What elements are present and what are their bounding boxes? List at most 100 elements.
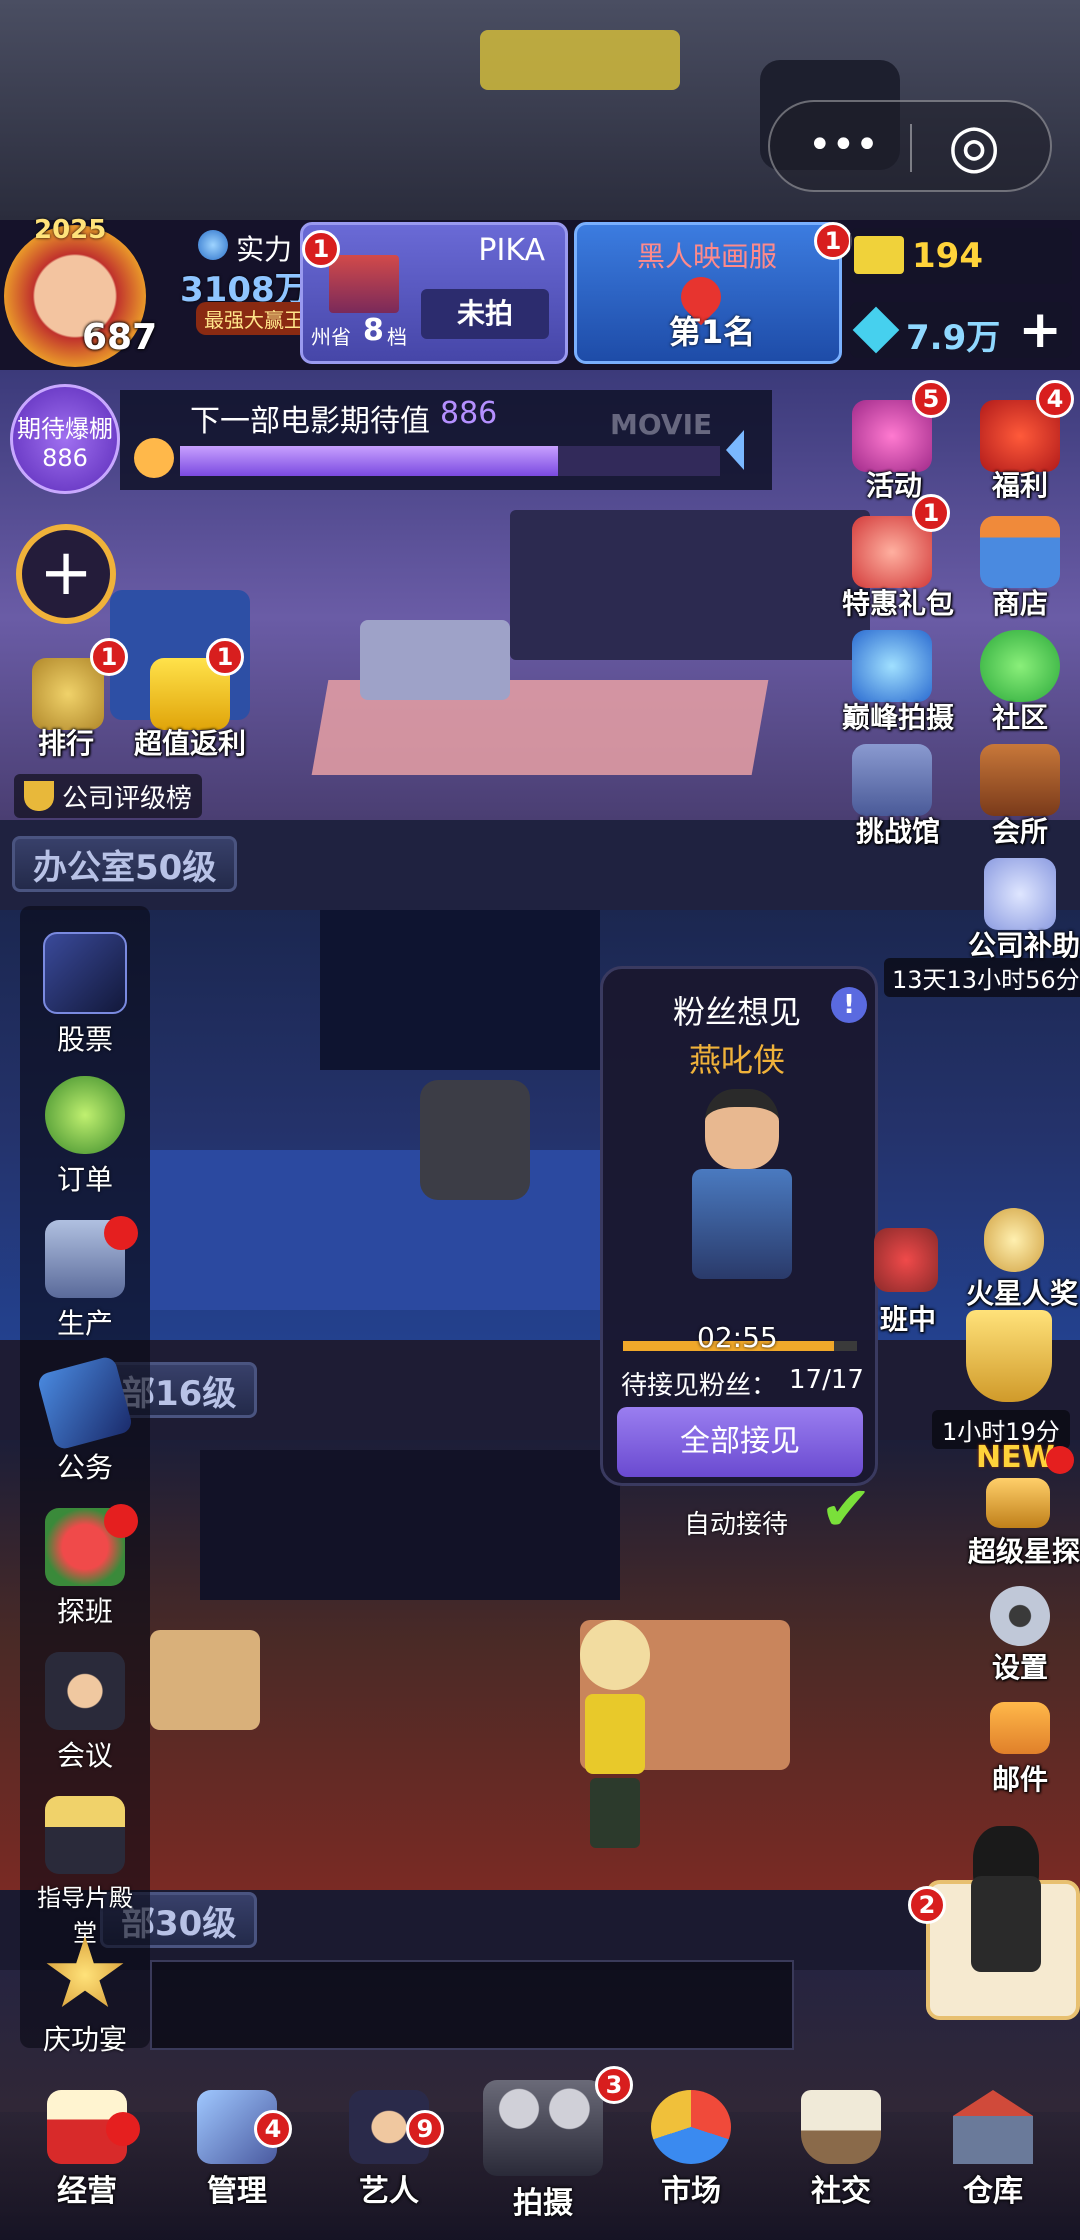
info-icon[interactable]: ! xyxy=(831,987,867,1023)
diamond-bar[interactable]: 7.9万 + xyxy=(850,300,1072,360)
phone-icon xyxy=(36,1354,134,1452)
add-button[interactable]: + xyxy=(16,524,116,624)
tier-value: 8 xyxy=(363,313,384,348)
community-label[interactable]: 社区 xyxy=(992,696,1048,736)
assistant-character[interactable] xyxy=(966,1826,1046,2006)
assistant-badge: 2 xyxy=(908,1886,946,1924)
shop-label[interactable]: 商店 xyxy=(992,582,1048,622)
tier-suffix: 档 xyxy=(387,325,407,349)
scout-icon[interactable] xyxy=(986,1478,1050,1528)
meet-all-button[interactable]: 全部接见 xyxy=(617,1407,863,1477)
star-icon xyxy=(46,1936,124,2007)
office-desk xyxy=(510,510,870,660)
club-label[interactable]: 会所 xyxy=(992,810,1048,850)
fan-timer: 02:55 xyxy=(697,1321,778,1354)
office-level-plaque[interactable]: 办公室50级 xyxy=(12,836,238,892)
office-table xyxy=(360,620,510,700)
visit-shortcut-label[interactable]: 班中 xyxy=(880,1298,936,1338)
province-label: 州省 xyxy=(311,325,351,349)
rank-card[interactable]: 黑人映画服 第1名 xyxy=(574,222,842,364)
welfare-label[interactable]: 福利 xyxy=(992,464,1048,504)
hall-item[interactable]: 指导片殿堂 xyxy=(30,1796,140,1948)
auto-receive-check-icon[interactable]: ✔ xyxy=(820,1478,872,1540)
ticket-bar[interactable]: 194 xyxy=(850,228,1072,284)
chat-bubble-icon[interactable] xyxy=(980,630,1060,702)
welfare-badge: 4 xyxy=(1036,380,1074,418)
film-camera-icon xyxy=(483,2080,603,2176)
trophy-cup-icon[interactable] xyxy=(966,1310,1052,1402)
avatar-frame[interactable]: 2025 687 xyxy=(4,215,157,367)
mail-envelope-icon[interactable] xyxy=(990,1702,1050,1754)
rank-badge: 1 xyxy=(814,222,852,260)
settings-gear-icon[interactable] xyxy=(990,1586,1050,1646)
close-program-button[interactable]: ◎ xyxy=(948,112,1000,180)
pending-label: 待接见粉丝： xyxy=(621,1371,778,1401)
company-rating-button[interactable]: 公司评级榜 xyxy=(14,774,203,818)
capsule-divider xyxy=(910,124,912,172)
dept-sofa xyxy=(150,1630,260,1730)
challenge-hall-icon[interactable] xyxy=(852,744,932,816)
collapse-arrow-icon[interactable] xyxy=(726,430,744,470)
anticipation-orb[interactable]: 期待爆棚 886 xyxy=(10,384,120,494)
mail-label[interactable]: 邮件 xyxy=(992,1758,1048,1798)
dept-window xyxy=(200,1450,620,1600)
globe-icon xyxy=(198,230,228,260)
subsidy-timer: 13天13小时56分 xyxy=(884,958,1080,997)
activity-label[interactable]: 活动 xyxy=(866,464,922,504)
scout-label[interactable]: 超级星探 xyxy=(968,1530,1080,1570)
add-diamond-button[interactable]: + xyxy=(1018,300,1062,360)
settings-label[interactable]: 设置 xyxy=(992,1646,1048,1686)
mars-award-icon[interactable] xyxy=(984,1208,1044,1272)
celebration-item[interactable]: 庆功宴 xyxy=(30,1936,140,2058)
visit-dot xyxy=(104,1504,138,1538)
handshake-icon xyxy=(45,1076,125,1154)
business-item[interactable]: 公务 xyxy=(30,1354,140,1486)
business-label: 公务 xyxy=(56,1451,113,1484)
more-menu-button[interactable]: ••• xyxy=(808,120,879,170)
orders-item[interactable]: 订单 xyxy=(30,1076,140,1198)
nav-warehouse-label: 仓库 xyxy=(963,2174,1023,2209)
dialog-strip xyxy=(150,1960,794,2050)
player-level: 687 xyxy=(82,317,158,358)
anticipation-label: 期待爆棚 xyxy=(17,415,113,443)
year-badge: 2025 xyxy=(34,215,107,245)
special-pack-label[interactable]: 特惠礼包 xyxy=(842,582,954,622)
anticipation-orb-value: 886 xyxy=(42,444,88,472)
subsidy-icon[interactable] xyxy=(984,858,1056,930)
nav-artists[interactable]: 艺人 xyxy=(314,2090,464,2210)
title-badge: 最强大赢王 xyxy=(196,302,312,335)
pending-value: 17/17 xyxy=(789,1365,864,1395)
nav-market[interactable]: 市场 xyxy=(616,2090,766,2210)
rebate-label[interactable]: 超值返利 xyxy=(134,722,246,762)
coffee-cup-icon xyxy=(801,2090,881,2164)
nav-warehouse[interactable]: 仓库 xyxy=(918,2090,1068,2210)
nav-social-label: 社交 xyxy=(811,2174,871,2209)
nav-shoot[interactable]: 拍摄 xyxy=(468,2080,618,2222)
nav-manage[interactable]: 管理 xyxy=(162,2090,312,2210)
company-badge: 1 xyxy=(302,230,340,268)
mini-program-capsule: ••• ◎ xyxy=(768,100,1052,192)
club-icon[interactable] xyxy=(980,744,1060,816)
challenge-label[interactable]: 挑战馆 xyxy=(856,810,940,850)
nav-shoot-label: 拍摄 xyxy=(513,2186,573,2221)
nav-artists-label: 艺人 xyxy=(359,2174,419,2209)
nav-operate[interactable]: 经营 xyxy=(12,2090,162,2210)
anticipation-banner: 下一部电影期待值 886 MOVIE MAKE xyxy=(120,390,772,490)
company-card[interactable]: PIKA 州省 8 档 未拍 xyxy=(300,222,568,364)
mars-award-label[interactable]: 火星人奖 xyxy=(966,1272,1078,1312)
stocks-item[interactable]: 股票 xyxy=(30,932,140,1058)
shop-icon[interactable] xyxy=(980,516,1060,588)
nav-manage-badge: 4 xyxy=(254,2110,292,2148)
meeting-item[interactable]: 会议 xyxy=(30,1652,140,1774)
peak-shoot-label[interactable]: 巅峰拍摄 xyxy=(842,696,954,736)
peak-shoot-icon[interactable] xyxy=(852,630,932,702)
nav-operate-dot xyxy=(106,2112,140,2146)
rank-label[interactable]: 排行 xyxy=(38,722,94,762)
server-name: 黑人映画服 xyxy=(637,240,778,273)
shoot-status: 未拍 xyxy=(421,289,549,339)
stocks-label: 股票 xyxy=(56,1023,113,1056)
visit-shortcut-icon[interactable] xyxy=(874,1228,938,1292)
cup-icon xyxy=(24,781,54,811)
nav-social[interactable]: 社交 xyxy=(766,2090,916,2210)
meeting-carpet xyxy=(150,1150,600,1310)
